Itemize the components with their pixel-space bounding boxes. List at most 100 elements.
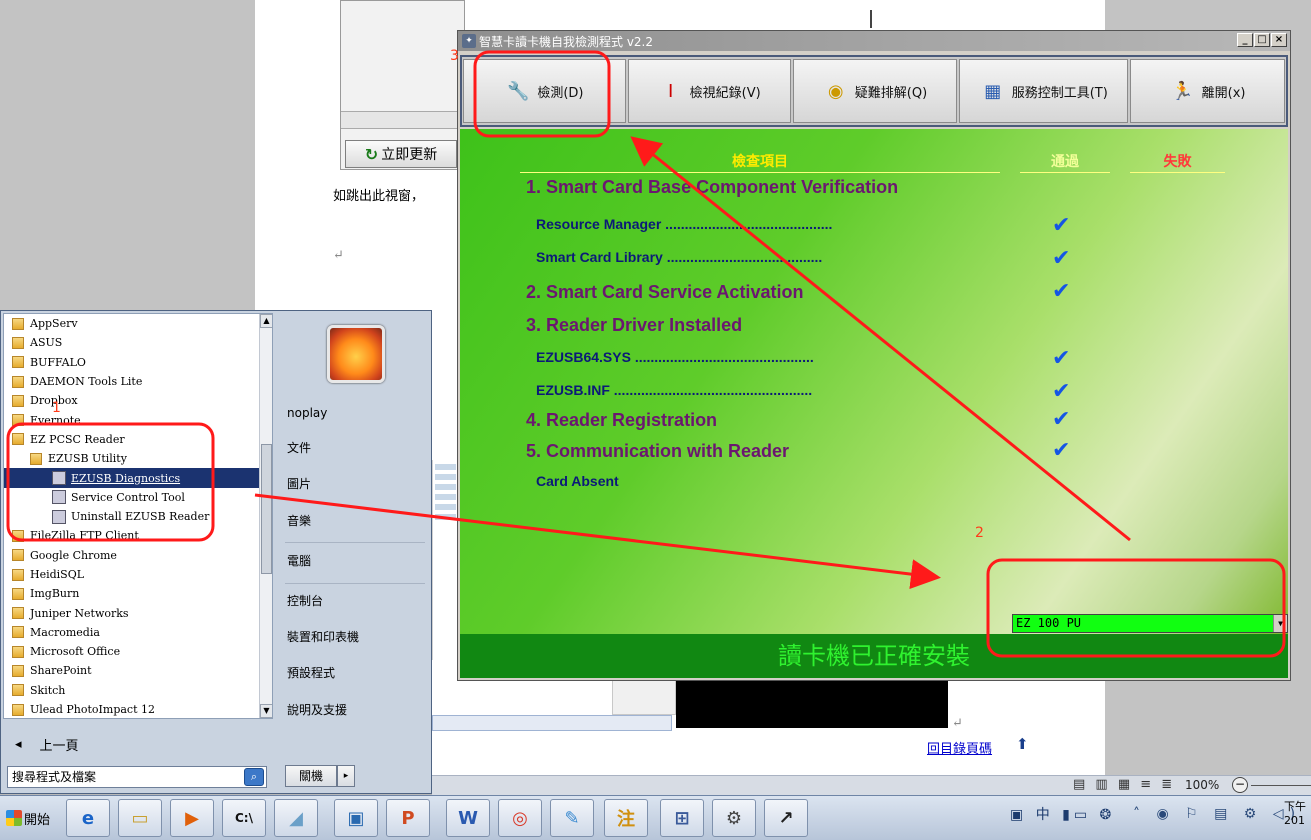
start-label: 開始 <box>24 812 51 828</box>
program-folder[interactable]: HeidiSQL <box>4 565 259 584</box>
program-folder[interactable]: ImgBurn <box>4 584 259 603</box>
service-control-icon[interactable]: ↗ <box>764 799 808 837</box>
program-icon <box>52 490 66 505</box>
app-icon: ✦ <box>462 34 476 48</box>
zoom-out-button[interactable]: − <box>1232 777 1248 793</box>
scroll-up-icon[interactable]: ▲ <box>260 314 272 328</box>
search-input[interactable]: 搜尋程式及檔案 ⌕ <box>7 766 267 788</box>
photo-icon[interactable]: ▣ <box>334 799 378 837</box>
program-folder[interactable]: AppServ <box>4 314 259 333</box>
ime-tray[interactable]: ▣ 中 ▮▭ ❂ <box>1010 804 1115 824</box>
detect-button[interactable]: 🔧 檢測(D) <box>463 59 626 123</box>
folder-icon <box>30 452 42 465</box>
system-clock[interactable]: 下午 201 <box>1284 800 1306 828</box>
ime-icon[interactable]: 注 <box>604 799 648 837</box>
program-folder[interactable]: ASUS <box>4 333 259 352</box>
exit-button[interactable]: 🏃 離開(x) <box>1130 59 1285 123</box>
program-folder[interactable]: Dropbox <box>4 391 259 410</box>
program-folder[interactable]: EZ PCSC Reader <box>4 430 259 449</box>
program-icon <box>52 509 66 524</box>
program-folder[interactable]: DAEMON Tools Lite <box>4 372 259 391</box>
pictures-item[interactable]: 圖片 <box>287 469 427 499</box>
clock-year: 201 <box>1284 814 1305 827</box>
app-toolbar: 🔧 檢測(D) Ⅰ 檢視紀錄(V) ◉ 疑難排解(Q) ▦ 服務控制工具(T) … <box>460 55 1288 127</box>
separator <box>285 542 425 543</box>
scroll-thumb[interactable] <box>261 444 272 574</box>
scroll-down-icon[interactable]: ▼ <box>260 704 272 718</box>
check-item: 3. Reader Driver Installed <box>526 315 743 335</box>
system-tray-icons[interactable]: ˄ ◉ ⚐ ▤ ⚙ ◁) <box>1133 806 1301 822</box>
maximize-button[interactable]: □ <box>1254 33 1270 47</box>
zoom-slider[interactable] <box>1251 785 1311 786</box>
start-button[interactable]: 開始 <box>2 802 58 834</box>
chevron-down-icon[interactable]: ▼ <box>1273 615 1287 632</box>
powerpoint-icon[interactable]: P <box>386 799 430 837</box>
programs-scrollbar[interactable]: ▲ ▼ <box>259 314 272 718</box>
update-now-label: 立即更新 <box>381 147 438 163</box>
devices-printers-item[interactable]: 裝置和印表機 <box>287 622 427 652</box>
chrome-icon[interactable]: ◎ <box>498 799 542 837</box>
minimize-button[interactable]: _ <box>1237 33 1253 47</box>
program-item[interactable]: Uninstall EZUSB Reader <box>4 507 259 526</box>
toc-link[interactable]: 回目錄頁碼 <box>927 738 992 757</box>
user-avatar[interactable] <box>327 325 385 383</box>
program-folder[interactable]: Macromedia <box>4 623 259 642</box>
explorer-icon[interactable]: ▭ <box>118 799 162 837</box>
program-folder[interactable]: Google Chrome <box>4 546 259 565</box>
program-folder[interactable]: FileZilla FTP Client <box>4 526 259 545</box>
paint-icon[interactable]: ✎ <box>550 799 594 837</box>
program-folder[interactable]: Evernote <box>4 410 259 429</box>
network-icon[interactable]: ⊞ <box>660 799 704 837</box>
program-item[interactable]: EZUSB Diagnostics <box>4 468 259 488</box>
folder-icon <box>12 549 24 562</box>
install-status-message: 讀卡機已正確安裝 <box>460 634 1288 678</box>
redacted-area <box>676 680 948 728</box>
pass-check-icon: ✔ <box>1052 213 1071 238</box>
view-log-button[interactable]: Ⅰ 檢視紀錄(V) <box>627 59 791 123</box>
window-titlebar[interactable]: ✦ 智慧卡讀卡機自我檢測程式 v2.2 _ □ × <box>458 31 1290 51</box>
program-folder[interactable]: EZUSB Utility <box>4 449 259 468</box>
ezusb-diagnostics-icon[interactable]: ⚙ <box>712 799 756 837</box>
search-icon[interactable]: ⌕ <box>244 768 264 786</box>
troubleshoot-button[interactable]: ◉ 疑難排解(Q) <box>792 59 958 123</box>
music-item[interactable]: 音樂 <box>287 506 427 536</box>
computer-item[interactable]: 電腦 <box>287 546 427 576</box>
annotation-number-3: 3 <box>450 48 459 64</box>
shutdown-options-icon[interactable]: ▸ <box>337 765 355 787</box>
embedded-screenshot-fragment <box>432 460 458 660</box>
word-icon[interactable]: W <box>446 799 490 837</box>
media-player-icon[interactable]: ▶ <box>170 799 214 837</box>
program-item[interactable]: Service Control Tool <box>4 488 259 507</box>
start-menu-right-pane: noplay 文件 圖片 音樂 電腦 控制台 裝置和印表機 預設程式 說明及支援… <box>275 313 431 793</box>
program-folder[interactable]: Ulead PhotoImpact 12 <box>4 700 259 718</box>
update-now-button[interactable]: ↻ 立即更新 <box>345 140 457 168</box>
shutdown-button[interactable]: 關機 <box>285 765 337 787</box>
view-buttons[interactable]: ▤ ▥ ▦ ≡ ≣ <box>1073 777 1175 792</box>
folder-icon <box>12 375 24 388</box>
notepad-icon[interactable]: ◢ <box>274 799 318 837</box>
check-item: EZUSB64.SYS ............................… <box>536 349 814 365</box>
pass-check-icon: ✔ <box>1052 246 1071 271</box>
cmd-icon[interactable]: C:\ <box>222 799 266 837</box>
control-panel-item[interactable]: 控制台 <box>287 586 427 616</box>
help-support-item[interactable]: 說明及支援 <box>287 695 427 725</box>
reader-select[interactable]: EZ 100 PU ▼ <box>1012 614 1288 633</box>
program-folder[interactable]: SharePoint <box>4 661 259 680</box>
program-folder[interactable]: BUFFALO <box>4 353 259 372</box>
separator <box>285 583 425 584</box>
header-divider <box>1130 172 1225 173</box>
default-programs-item[interactable]: 預設程式 <box>287 658 427 688</box>
user-folder[interactable]: noplay <box>287 398 427 428</box>
documents-item[interactable]: 文件 <box>287 433 427 463</box>
program-label: Service Control Tool <box>71 490 185 504</box>
windows-logo-icon <box>6 810 22 826</box>
service-control-button[interactable]: ▦ 服務控制工具(T) <box>959 59 1129 123</box>
internet-explorer-icon[interactable]: e <box>66 799 110 837</box>
log-icon: Ⅰ <box>668 80 674 102</box>
close-button[interactable]: × <box>1271 33 1287 47</box>
back-button[interactable]: ◂ 上一頁 <box>3 731 273 757</box>
program-folder[interactable]: Skitch <box>4 681 259 700</box>
program-folder[interactable]: Microsoft Office <box>4 642 259 661</box>
folder-icon <box>12 317 24 330</box>
program-folder[interactable]: Juniper Networks <box>4 603 259 622</box>
